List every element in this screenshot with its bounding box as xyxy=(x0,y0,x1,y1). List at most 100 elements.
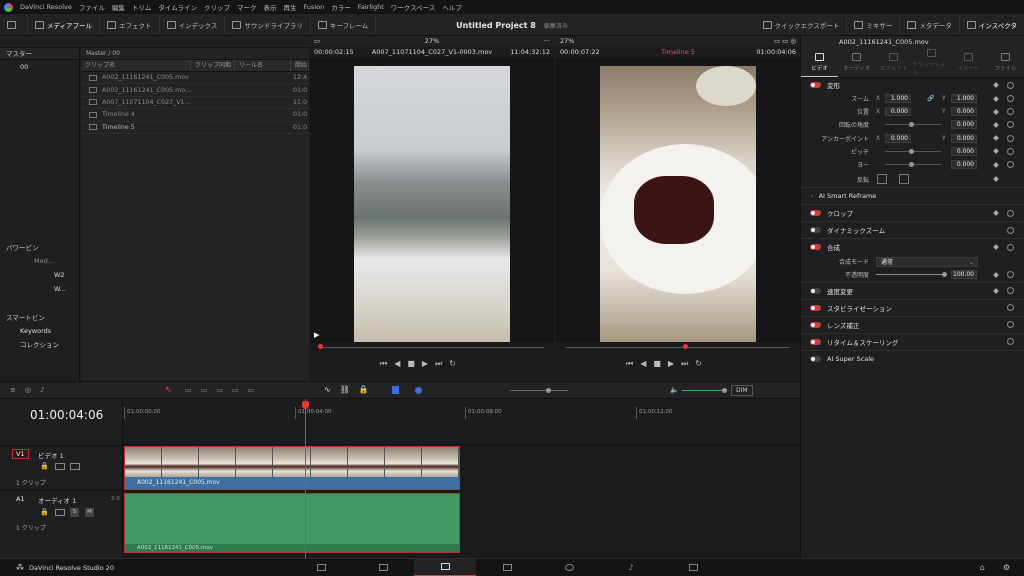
settings-icon[interactable]: ⚙ xyxy=(1003,563,1010,572)
power-bins-header[interactable]: パワービン xyxy=(0,242,80,254)
menu-help[interactable]: ヘルプ xyxy=(442,2,462,12)
keyframe-icon[interactable] xyxy=(993,287,999,294)
timeline-scrubber[interactable] xyxy=(566,347,790,348)
reset-icon[interactable] xyxy=(1007,243,1014,251)
smart-bin-item[interactable]: Keywords xyxy=(0,324,80,338)
zoom-y-field[interactable]: 1.000 xyxy=(951,94,977,104)
metadata-button[interactable]: メタデータ xyxy=(900,16,960,33)
keyframe-icon[interactable] xyxy=(993,161,999,168)
keyframe-icon[interactable] xyxy=(993,210,999,216)
menu-color[interactable]: カラー xyxy=(331,2,351,12)
timeline-area[interactable]: 01:00:00:00 01:00:04:00 01:00:08:00 01:0… xyxy=(123,399,800,558)
reset-icon[interactable] xyxy=(1007,287,1014,294)
stabilization-section[interactable]: スタビライゼーション xyxy=(801,298,1024,316)
power-bin-item[interactable]: W... xyxy=(0,282,80,296)
video-visibility-icon[interactable] xyxy=(70,463,80,470)
crop-section[interactable]: クロップ xyxy=(801,204,1024,221)
keyframes-button[interactable]: キーフレーム xyxy=(311,16,377,33)
page-color[interactable] xyxy=(538,559,600,576)
effects-button[interactable]: エフェクト xyxy=(100,16,160,33)
pitch-slider[interactable] xyxy=(885,148,941,154)
slider-knob[interactable] xyxy=(909,162,914,168)
menu-clip[interactable]: クリップ xyxy=(204,2,230,12)
tab-file[interactable]: ファイル xyxy=(987,48,1024,77)
stabilization-toggle[interactable] xyxy=(810,304,821,311)
keyframe-icon[interactable] xyxy=(993,122,999,128)
edit-tool-icons[interactable]: ▭▭▭▭▭ xyxy=(185,386,263,394)
menu-edit[interactable]: 編集 xyxy=(112,2,125,12)
crop-toggle[interactable] xyxy=(810,210,821,217)
page-fusion[interactable] xyxy=(476,559,538,576)
zoom-x-field[interactable]: 1.000 xyxy=(885,94,911,104)
composite-section[interactable]: 合成 xyxy=(801,238,1024,255)
reset-icon[interactable] xyxy=(1007,95,1014,103)
playhead[interactable] xyxy=(302,399,309,558)
position-y-field[interactable]: 0.000 xyxy=(951,107,977,117)
position-x-field[interactable]: 0.000 xyxy=(885,107,911,117)
menu-fusion[interactable]: Fusion xyxy=(303,3,324,11)
menu-view[interactable]: 表示 xyxy=(263,2,276,12)
page-cut[interactable] xyxy=(352,559,414,576)
reset-icon[interactable] xyxy=(1007,304,1014,311)
inspector-button[interactable]: インスペクタ xyxy=(960,17,1024,33)
reset-icon[interactable] xyxy=(1007,321,1014,328)
mute-button[interactable]: M xyxy=(85,508,94,517)
smart-bins-header[interactable]: スマートビン xyxy=(0,312,80,324)
reset-icon[interactable] xyxy=(1007,81,1014,89)
auto-track-icon[interactable] xyxy=(55,463,65,470)
track-name[interactable]: オーディオ 1 xyxy=(38,495,76,505)
keyframe-icon[interactable] xyxy=(993,272,999,278)
retime-scaling-section[interactable]: リタイム＆スケーリング xyxy=(801,332,1024,350)
index-button[interactable]: インデックス xyxy=(160,16,226,33)
lens-correction-section[interactable]: レンズ補正 xyxy=(801,315,1024,333)
menu-fairlight[interactable]: Fairlight xyxy=(358,3,384,11)
reset-icon[interactable] xyxy=(1007,226,1014,234)
mixer-button[interactable]: ミキサー xyxy=(847,16,901,33)
col-start[interactable]: 開始 xyxy=(291,60,309,71)
quick-export-button[interactable]: クイックエクスポート xyxy=(756,16,848,33)
reset-icon[interactable] xyxy=(1007,338,1014,345)
tab-transition[interactable]: トランジション xyxy=(913,48,950,77)
col-clip-name[interactable]: クリップ名 xyxy=(81,60,191,71)
menu-file[interactable]: ファイル xyxy=(79,2,105,12)
rotation-field[interactable]: 0.000 xyxy=(951,120,977,130)
retime-scaling-toggle[interactable] xyxy=(810,338,821,345)
lock-icon[interactable]: 🔒 xyxy=(40,462,49,470)
ai-smart-reframe-section[interactable]: › AI Smart Reframe xyxy=(801,187,1024,204)
transform-toggle[interactable] xyxy=(810,82,821,88)
keyframe-icon[interactable] xyxy=(993,148,999,155)
opacity-field[interactable]: 100.00 xyxy=(951,270,977,280)
reset-icon[interactable] xyxy=(1007,209,1014,217)
solo-button[interactable]: S xyxy=(70,508,79,517)
flag-icon[interactable] xyxy=(392,386,399,394)
tab-video[interactable]: ビデオ xyxy=(801,48,839,77)
track-id[interactable]: V1 xyxy=(12,449,29,459)
power-bin-item[interactable]: W2 xyxy=(0,268,80,282)
speed-change-toggle[interactable] xyxy=(810,287,821,294)
power-bin-item[interactable]: Med... xyxy=(0,254,80,268)
zoom-slider[interactable] xyxy=(510,388,568,393)
timeline-transport-controls[interactable]: ⏮◀■▶⏭↻ xyxy=(626,359,709,369)
anchor-y-field[interactable]: 0.000 xyxy=(951,133,977,143)
volume-slider[interactable] xyxy=(682,388,727,393)
timeline-viewer-name[interactable]: Timeline 5 xyxy=(661,48,695,56)
yaw-slider[interactable] xyxy=(885,162,941,168)
auto-track-icon[interactable] xyxy=(55,509,65,516)
composite-mode-select[interactable]: 通常 ⌄ xyxy=(876,256,978,267)
timeline-zoom[interactable]: 27% xyxy=(560,37,574,45)
dynamic-zoom-toggle[interactable] xyxy=(810,227,821,234)
reset-icon[interactable] xyxy=(1007,108,1014,116)
reset-icon[interactable] xyxy=(1007,161,1014,169)
menu-timeline[interactable]: タイムライン xyxy=(158,2,197,12)
menu-playback[interactable]: 再生 xyxy=(283,2,296,12)
page-edit[interactable] xyxy=(414,558,476,576)
rotation-slider[interactable] xyxy=(885,122,941,128)
source-scrubber[interactable] xyxy=(320,347,544,348)
track-name[interactable]: ビデオ 1 xyxy=(38,450,64,460)
composite-toggle[interactable] xyxy=(810,244,821,251)
home-icon[interactable]: ⌂ xyxy=(980,563,985,572)
link-icon[interactable]: 🔗 xyxy=(927,95,934,102)
slider-knob[interactable] xyxy=(722,388,727,393)
track-id[interactable]: A1 xyxy=(16,495,25,503)
audio-clip[interactable]: A002_11161241_C005.mov xyxy=(124,493,460,553)
